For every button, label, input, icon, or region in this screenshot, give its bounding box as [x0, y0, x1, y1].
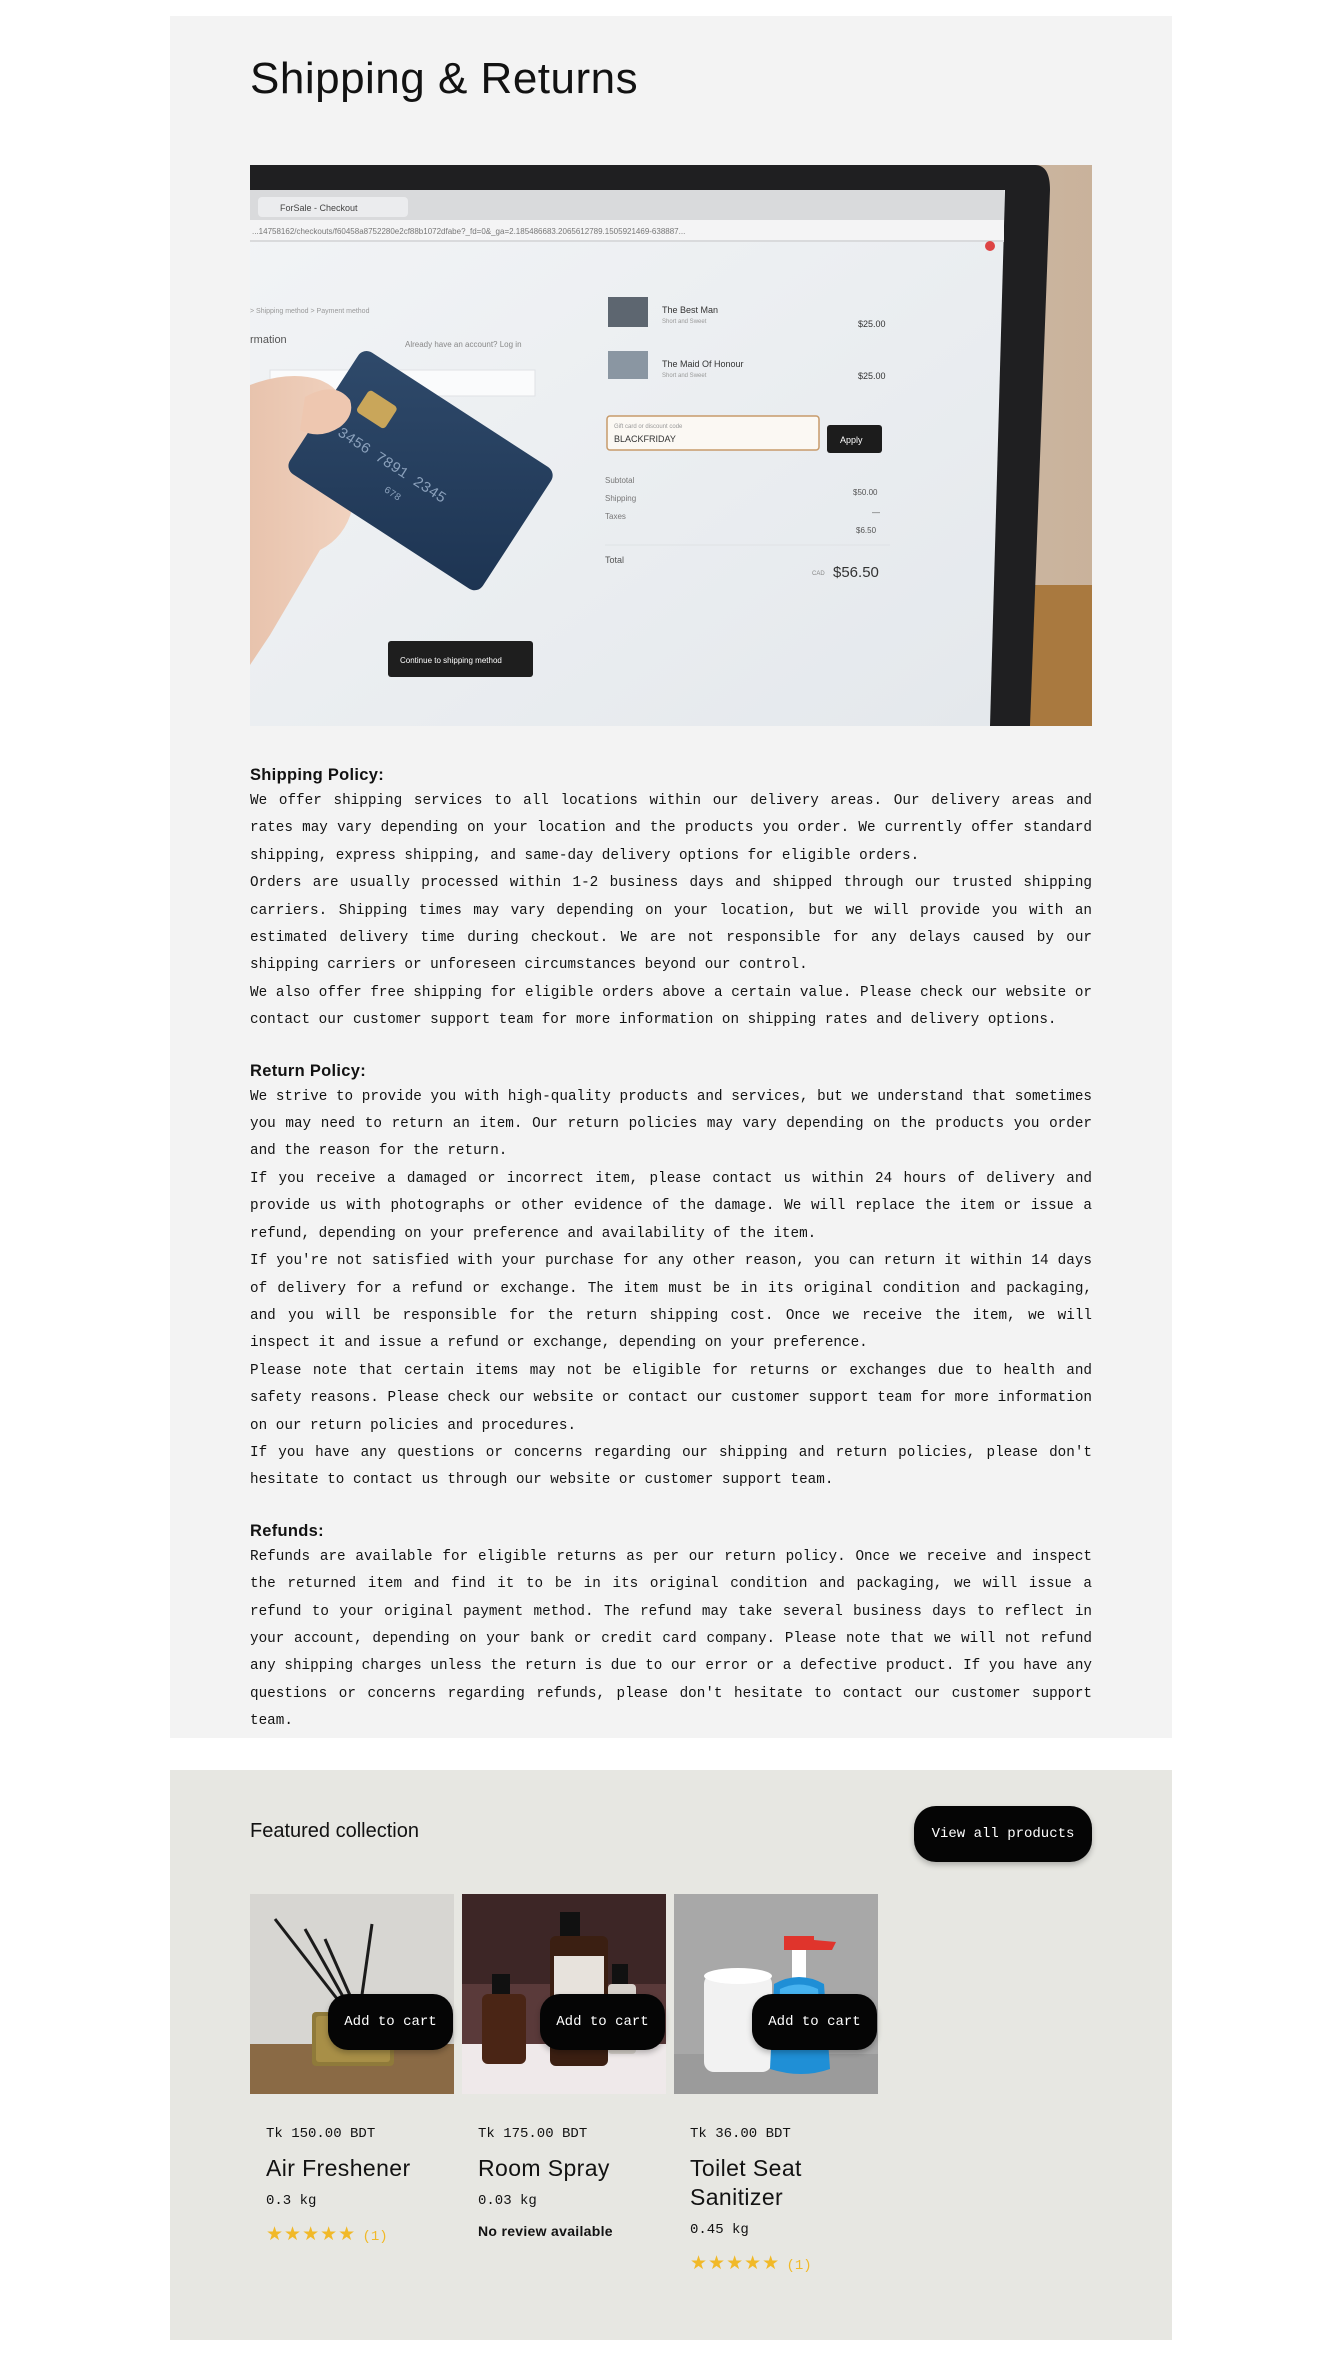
shipping-paragraph: We also offer free shipping for eligible…	[250, 984, 1092, 1029]
star-rating-icon: ★★★★★	[690, 2253, 781, 2274]
shipping-paragraph: Orders are usually processed within 1-2 …	[250, 875, 1092, 974]
svg-text:The Best Man: The Best Man	[662, 305, 718, 315]
return-policy-heading: Return Policy:	[250, 1061, 367, 1080]
return-paragraph: Please note that certain items may not b…	[250, 1362, 1092, 1434]
svg-text:$25.00: $25.00	[858, 371, 886, 381]
return-paragraph: If you're not satisfied with your purcha…	[250, 1253, 1092, 1352]
svg-text:Short and Sweet: Short and Sweet	[662, 373, 707, 379]
checkout-laptop-photo: ForSale - Checkout ...14758162/checkouts…	[250, 165, 1092, 726]
product-weight: 0.03 kg	[478, 2193, 537, 2209]
svg-text:—: —	[872, 508, 880, 517]
svg-text:$25.00: $25.00	[858, 319, 886, 329]
product-title[interactable]: Toilet Seat Sanitizer	[690, 2154, 875, 2212]
return-paragraph: If you receive a damaged or incorrect it…	[250, 1170, 1092, 1242]
star-rating-icon: ★★★★★	[266, 2224, 357, 2245]
no-review-label: No review available	[478, 2223, 613, 2239]
svg-text:Apply: Apply	[840, 435, 863, 445]
add-to-cart-button[interactable]: Add to cart	[752, 1994, 877, 2050]
featured-collection-title: Featured collection	[250, 1820, 419, 1842]
svg-text:BLACKFRIDAY: BLACKFRIDAY	[614, 434, 676, 444]
svg-text:> Shipping method > Payment me: > Shipping method > Payment method	[250, 308, 370, 315]
svg-text:The Maid Of Honour: The Maid Of Honour	[662, 359, 744, 369]
svg-text:Total: Total	[605, 555, 624, 565]
policy-content: Shipping Policy: We offer shipping servi…	[250, 762, 1092, 1759]
add-to-cart-button[interactable]: Add to cart	[328, 1994, 453, 2050]
refunds-paragraph: Refunds are available for eligible retur…	[250, 1548, 1092, 1730]
policy-section: Shipping & Returns ForSale - Checkout ..…	[170, 16, 1172, 1738]
svg-text:Gift card or discount code: Gift card or discount code	[614, 424, 683, 430]
product-weight: 0.3 kg	[266, 2193, 317, 2209]
svg-text:Taxes: Taxes	[605, 512, 626, 521]
shipping-policy: Shipping Policy: We offer shipping servi…	[250, 762, 1092, 1035]
svg-text:rmation: rmation	[250, 334, 287, 346]
return-paragraph: We strive to provide you with high-quali…	[250, 1088, 1092, 1160]
review-count: (1)	[362, 2229, 388, 2245]
svg-text:ForSale - Checkout: ForSale - Checkout	[280, 203, 358, 213]
product-weight: 0.45 kg	[690, 2222, 749, 2238]
product-info: Tk 36.00 BDT Toilet Seat Sanitizer 0.45 …	[690, 2126, 875, 2275]
product-info: Tk 175.00 BDT Room Spray 0.03 kg No revi…	[478, 2126, 663, 2239]
svg-text:$6.50: $6.50	[856, 526, 877, 535]
shipping-policy-heading: Shipping Policy:	[250, 766, 385, 784]
product-price: Tk 175.00 BDT	[478, 2126, 588, 2142]
svg-text:Shipping: Shipping	[605, 494, 636, 503]
page-title: Shipping & Returns	[250, 54, 639, 103]
product-title[interactable]: Room Spray	[478, 2154, 663, 2183]
svg-text:...14758162/checkouts/f60458a8: ...14758162/checkouts/f60458a8752280e2cf…	[252, 227, 685, 236]
hero-image: ForSale - Checkout ...14758162/checkouts…	[250, 165, 1092, 726]
add-to-cart-button[interactable]: Add to cart	[540, 1994, 665, 2050]
svg-text:$50.00: $50.00	[853, 488, 878, 497]
return-paragraph: If you have any questions or concerns re…	[250, 1444, 1092, 1489]
product-price: Tk 36.00 BDT	[690, 2126, 791, 2142]
return-policy: Return Policy: We strive to provide you …	[250, 1058, 1092, 1495]
featured-collection: Featured collection View all products Ad…	[170, 1770, 1172, 2340]
product-title[interactable]: Air Freshener	[266, 2154, 451, 2183]
svg-text:$56.50: $56.50	[833, 564, 879, 581]
product-rating: ★★★★★ (1)	[690, 2252, 875, 2275]
product-info: Tk 150.00 BDT Air Freshener 0.3 kg ★★★★★…	[266, 2126, 451, 2246]
product-price: Tk 150.00 BDT	[266, 2126, 376, 2142]
svg-text:CAD: CAD	[812, 571, 825, 577]
shipping-paragraph: We offer shipping services to all locati…	[250, 793, 1092, 864]
refunds-policy: Refunds: Refunds are available for eligi…	[250, 1518, 1092, 1736]
svg-text:Already have an account? Log i: Already have an account? Log in	[405, 340, 522, 349]
view-all-products-button[interactable]: View all products	[914, 1806, 1092, 1862]
refunds-heading: Refunds:	[250, 1521, 324, 1540]
svg-text:Short and Sweet: Short and Sweet	[662, 319, 707, 325]
svg-text:Continue to shipping method: Continue to shipping method	[400, 656, 502, 665]
product-rating: ★★★★★ (1)	[266, 2223, 451, 2246]
svg-text:Subtotal: Subtotal	[605, 476, 635, 485]
review-count: (1)	[786, 2258, 812, 2274]
